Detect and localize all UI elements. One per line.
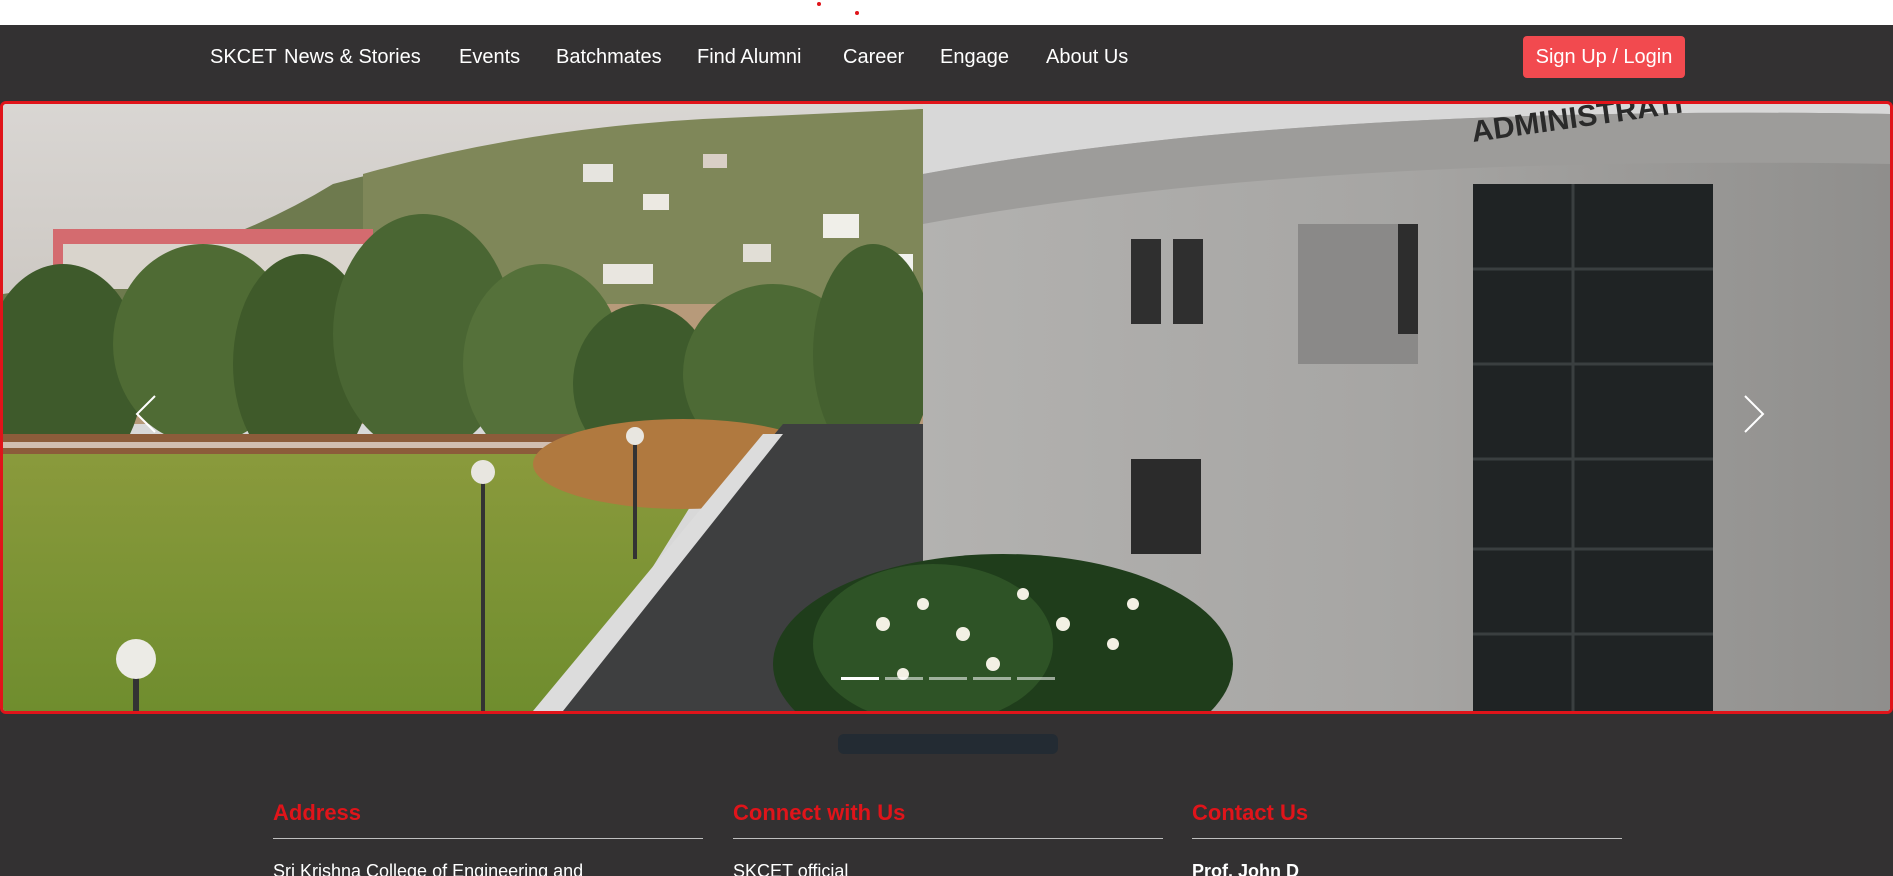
footer-connect: Connect with Us SKCET official	[733, 800, 1163, 876]
footer-connect-link[interactable]: SKCET official	[733, 861, 1163, 876]
footer-contact: Contact Us Prof. John D	[1192, 800, 1622, 876]
carousel-indicator[interactable]	[885, 677, 923, 680]
nav-career[interactable]: Career	[843, 46, 904, 69]
footer-contact-name: Prof. John D	[1192, 861, 1299, 876]
nav-batchmates[interactable]: Batchmates	[556, 46, 662, 69]
footer-connect-title: Connect with Us	[733, 800, 906, 825]
campus-slide-image: ADMINISTRATI	[3, 104, 1890, 711]
brand-link[interactable]: SKCET	[210, 46, 277, 69]
divider	[1192, 838, 1622, 839]
chevron-right-icon	[1744, 395, 1765, 433]
scroll-indicator	[838, 734, 1058, 754]
main-navbar: SKCET News & Stories Events Batchmates F…	[0, 25, 1893, 100]
nav-engage[interactable]: Engage	[940, 46, 1009, 69]
carousel-next-button[interactable]	[1729, 384, 1779, 444]
divider	[273, 838, 703, 839]
carousel-indicators	[841, 677, 1055, 683]
footer-address-text: Sri Krishna College of Engineering and	[273, 861, 584, 876]
loading-dot	[855, 11, 859, 15]
carousel-indicator[interactable]	[1017, 677, 1055, 680]
sign-up-login-button[interactable]: Sign Up / Login	[1523, 36, 1685, 78]
nav-about-us[interactable]: About Us	[1046, 46, 1128, 69]
footer-address-title: Address	[273, 800, 362, 825]
carousel-prev-button[interactable]	[121, 384, 171, 444]
chevron-left-icon	[135, 395, 156, 433]
hero-carousel: ADMINISTRATI	[0, 101, 1893, 714]
carousel-indicator[interactable]	[973, 677, 1011, 680]
nav-find-alumni[interactable]: Find Alumni	[697, 46, 802, 69]
divider	[733, 838, 1163, 839]
carousel-indicator[interactable]	[929, 677, 967, 680]
top-strip	[0, 0, 1893, 25]
nav-news-stories[interactable]: News & Stories	[284, 46, 421, 69]
nav-events[interactable]: Events	[459, 46, 520, 69]
footer-contact-title: Contact Us	[1192, 800, 1309, 825]
footer-address: Address Sri Krishna College of Engineeri…	[273, 800, 703, 876]
carousel-indicator[interactable]	[841, 677, 879, 680]
loading-dot	[817, 2, 821, 6]
